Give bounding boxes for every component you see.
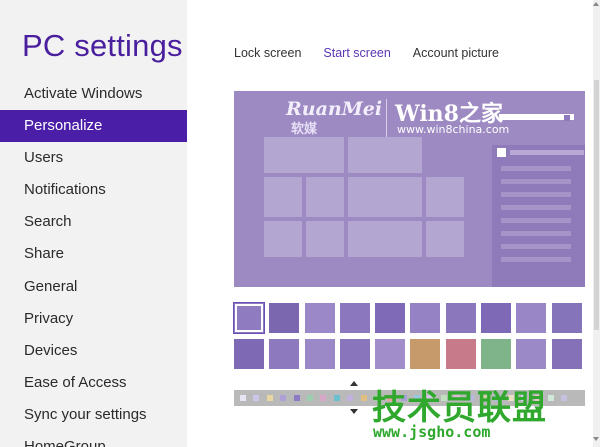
preview-tile <box>426 177 464 217</box>
background-pattern-swatch[interactable] <box>339 303 370 333</box>
preview-tile <box>264 221 302 257</box>
preview-tile <box>264 177 302 217</box>
background-pattern-swatch[interactable] <box>551 339 582 369</box>
background-pattern-swatch[interactable] <box>516 339 547 369</box>
sidebar-item-general[interactable]: General <box>0 271 187 303</box>
preview-tile <box>348 177 422 217</box>
background-pattern-swatch[interactable] <box>269 303 300 333</box>
preview-tile <box>306 221 344 257</box>
sidebar-item-notifications[interactable]: Notifications <box>0 174 187 206</box>
preview-panel-row <box>501 192 571 197</box>
tab-lock-screen[interactable]: Lock screen <box>234 46 301 60</box>
background-pattern-swatch[interactable] <box>551 303 582 333</box>
background-pattern-swatch[interactable] <box>375 339 406 369</box>
sidebar-nav: Activate Windows Personalize Users Notifica… <box>0 78 187 447</box>
color-scheme-option[interactable] <box>280 395 287 401</box>
background-pattern-swatch[interactable] <box>481 339 512 369</box>
sidebar-item-users[interactable]: Users <box>0 142 187 174</box>
sidebar-item-sync-your-settings[interactable]: Sync your settings <box>0 399 187 431</box>
watermark-ruanmei-sub: 软媒 <box>291 122 318 137</box>
color-scheme-option[interactable] <box>561 395 568 401</box>
color-scheme-option[interactable] <box>293 395 300 401</box>
background-pattern-swatch[interactable] <box>339 339 370 369</box>
sidebar-item-homegroup[interactable]: HomeGroup <box>0 431 187 447</box>
watermark-divider <box>386 99 387 137</box>
scroll-up-icon[interactable] <box>593 2 599 6</box>
background-pattern-swatch[interactable] <box>269 339 300 369</box>
scroll-down-icon[interactable] <box>593 437 599 441</box>
preview-tile <box>348 137 422 173</box>
background-pattern-swatch[interactable] <box>445 339 476 369</box>
tab-bar: Lock screen Start screen Account picture <box>234 46 521 60</box>
background-pattern-swatch[interactable] <box>304 339 335 369</box>
color-scheme-option[interactable] <box>306 395 313 401</box>
color-scheme-option[interactable] <box>547 395 554 401</box>
tab-start-screen[interactable]: Start screen <box>323 46 390 60</box>
tab-account-picture[interactable]: Account picture <box>413 46 499 60</box>
color-slider-thumb-up-icon[interactable] <box>350 381 358 386</box>
preview-panel-row <box>501 166 571 171</box>
watermark-win8-url: www.win8china.com <box>397 123 510 136</box>
sidebar-item-search[interactable]: Search <box>0 206 187 238</box>
scroll-thumb[interactable] <box>594 80 599 330</box>
sidebar-item-share[interactable]: Share <box>0 238 187 270</box>
preview-panel-bar <box>499 114 574 120</box>
preview-tile <box>348 221 422 257</box>
sidebar-item-privacy[interactable]: Privacy <box>0 303 187 335</box>
pattern-row <box>234 303 585 333</box>
background-pattern-swatch[interactable] <box>304 303 335 333</box>
sidebar-item-devices[interactable]: Devices <box>0 335 187 367</box>
preview-panel-row <box>501 257 571 262</box>
background-pattern-swatch[interactable] <box>234 303 264 333</box>
watermark-ruanmei: RuanMei <box>286 98 383 120</box>
vertical-scrollbar[interactable] <box>593 0 600 447</box>
color-scheme-option[interactable] <box>320 395 327 401</box>
color-scheme-option[interactable] <box>266 395 273 401</box>
sidebar-item-ease-of-access[interactable]: Ease of Access <box>0 367 187 399</box>
pattern-row <box>234 339 585 369</box>
sidebar: PC settings Activate Windows Personalize U… <box>0 0 187 447</box>
sidebar-item-activate-windows[interactable]: Activate Windows <box>0 78 187 110</box>
preview-panel-row <box>501 231 571 236</box>
background-pattern-swatch[interactable] <box>445 303 476 333</box>
preview-tile <box>306 177 344 217</box>
site-watermark-text: 技术员联盟 <box>372 388 547 428</box>
preview-panel-row <box>501 244 571 249</box>
sidebar-item-personalize[interactable]: Personalize <box>0 110 187 143</box>
color-scheme-option[interactable] <box>240 395 246 401</box>
background-pattern-swatch[interactable] <box>410 339 441 369</box>
background-pattern-swatch[interactable] <box>234 339 264 369</box>
preview-panel-row <box>501 205 571 210</box>
background-pattern-swatch[interactable] <box>481 303 512 333</box>
color-slider-thumb-down-icon[interactable] <box>350 409 358 414</box>
color-scheme-option[interactable] <box>347 395 354 401</box>
background-pattern-grid <box>234 303 585 375</box>
background-pattern-swatch[interactable] <box>410 303 441 333</box>
background-pattern-swatch[interactable] <box>516 303 547 333</box>
site-watermark-url: www.jsgho.com <box>373 423 491 441</box>
preview-panel-row <box>501 179 571 184</box>
preview-panel-bar-end <box>564 115 570 121</box>
preview-panel-row <box>510 150 584 155</box>
preview-panel-checkbox <box>497 148 506 157</box>
preview-panel-row <box>501 218 571 223</box>
page-title: PC settings <box>22 28 183 63</box>
color-scheme-option[interactable] <box>253 395 260 401</box>
preview-tile <box>426 221 464 257</box>
background-pattern-swatch[interactable] <box>375 303 406 333</box>
start-screen-preview: RuanMei 软媒 Win8之家 www.win8china.com <box>234 91 585 287</box>
color-scheme-option[interactable] <box>360 395 367 401</box>
preview-tile <box>264 137 344 173</box>
color-scheme-option[interactable] <box>333 395 340 401</box>
